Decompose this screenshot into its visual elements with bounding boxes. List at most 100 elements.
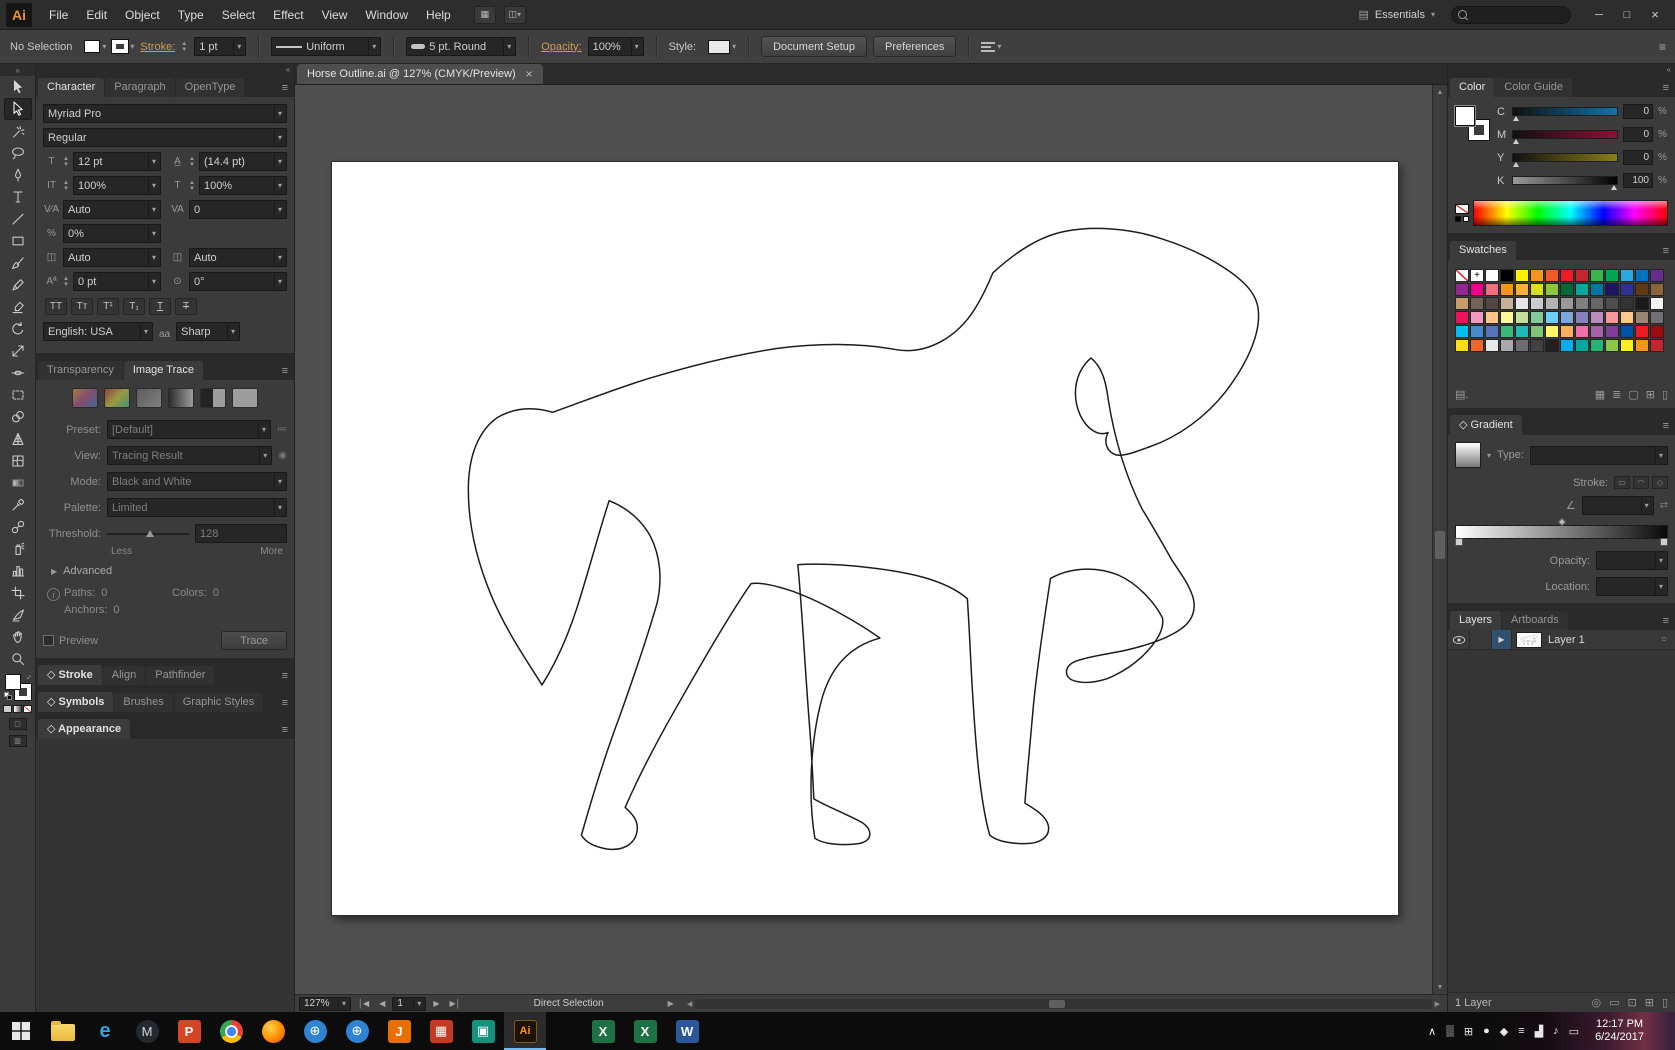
menu-edit[interactable]: Edit (77, 3, 116, 27)
stroke-stepper[interactable]: ▲ ▼ (181, 41, 187, 53)
swatch[interactable] (1635, 269, 1649, 282)
swatch[interactable] (1485, 269, 1499, 282)
stroke-gradient-along-icon[interactable]: ◠ (1633, 476, 1649, 489)
swatch[interactable] (1560, 325, 1574, 338)
fill-color-select[interactable]: ▾ (84, 40, 106, 53)
hidden-icons-chevron[interactable]: ∧ (1428, 1025, 1436, 1038)
preset-black-white-icon[interactable] (200, 388, 226, 408)
preset-high-color-icon[interactable] (104, 388, 130, 408)
swatch[interactable] (1635, 325, 1649, 338)
brush-select[interactable]: 5 pt. Round ▾ (406, 37, 517, 56)
fill-color-well[interactable] (4, 674, 21, 690)
color-fill-stroke-widget[interactable] (1455, 106, 1490, 141)
swatch[interactable] (1485, 283, 1499, 296)
color-mode-button[interactable] (3, 705, 12, 713)
artboard-tool[interactable] (4, 582, 32, 604)
swatch[interactable] (1530, 283, 1544, 296)
menu-object[interactable]: Object (116, 3, 169, 27)
pencil-tool[interactable] (4, 274, 32, 296)
tab-gradient[interactable]: ◇ Gradient (1450, 415, 1522, 435)
menu-file[interactable]: File (40, 3, 77, 27)
dropdown-icon[interactable]: ▾ (147, 273, 156, 290)
vertical-scale-select[interactable]: 100% ▾ (72, 176, 161, 195)
preset-options-icon[interactable]: ≔ (277, 424, 287, 435)
swatch[interactable] (1500, 325, 1514, 338)
gradient-angle-select[interactable]: ▾ (1581, 496, 1654, 515)
dropdown-icon[interactable]: ▾ (273, 105, 282, 122)
swatch[interactable] (1620, 339, 1634, 352)
swatch[interactable] (1620, 269, 1634, 282)
eraser-tool[interactable] (4, 296, 32, 318)
swatch[interactable] (1500, 339, 1514, 352)
dropdown-icon[interactable]: ▾ (273, 499, 282, 516)
dropdown-icon[interactable]: ▾ (130, 42, 134, 51)
swatch[interactable] (1650, 269, 1664, 282)
swatch[interactable] (1515, 339, 1529, 352)
mesh-tool[interactable] (4, 450, 32, 472)
swatch[interactable] (1650, 339, 1664, 352)
java-app[interactable]: J (378, 1012, 420, 1050)
opacity-select[interactable]: 100% ▾ (587, 37, 644, 56)
gradient-mode-button[interactable] (13, 705, 22, 713)
anti-alias-select[interactable]: Sharp ▾ (176, 322, 241, 341)
panel-menu-icon[interactable]: ≡ (278, 82, 292, 97)
menu-view[interactable]: View (313, 3, 357, 27)
lasso-tool[interactable] (4, 142, 32, 164)
swatch[interactable] (1575, 283, 1589, 296)
scale-tool[interactable] (4, 340, 32, 362)
panel-menu-icon[interactable]: ≡ (1659, 245, 1673, 260)
view-select[interactable]: Tracing Result ▾ (107, 446, 273, 465)
aki-left-select[interactable]: Auto ▾ (63, 248, 161, 267)
width-profile-select[interactable]: Uniform ▾ (271, 37, 382, 56)
opacity-panel-link[interactable]: Opacity: (541, 41, 581, 53)
channel-value-field[interactable]: 0 (1623, 150, 1653, 165)
dropdown-icon[interactable]: ▾ (259, 447, 267, 464)
teal-tool-app[interactable]: ▣ (462, 1012, 504, 1050)
chevron-down-icon[interactable]: ▾ (1487, 451, 1491, 460)
swatch[interactable] (1485, 297, 1499, 310)
small-caps-button[interactable]: Tᴛ (71, 298, 93, 315)
chrome-browser[interactable] (210, 1012, 252, 1050)
channel-slider[interactable] (1512, 176, 1618, 190)
first-artboard-button[interactable]: │◀ (355, 999, 372, 1008)
swatch[interactable] (1530, 297, 1544, 310)
previous-artboard-button[interactable]: ◀ (376, 999, 388, 1008)
menu-window[interactable]: Window (356, 3, 417, 27)
swatch[interactable] (1590, 325, 1604, 338)
swatch[interactable] (1560, 339, 1574, 352)
start-button[interactable] (0, 1012, 42, 1050)
tsume-select[interactable]: 0% ▾ (63, 224, 161, 243)
dropdown-icon[interactable]: ▾ (273, 249, 282, 266)
swatch[interactable] (1545, 297, 1559, 310)
tools-collapse-icon[interactable]: » (0, 64, 35, 76)
document-layout-icon[interactable]: ◫ ▾ (503, 5, 526, 24)
control-panel-menu-icon[interactable]: ≡ (1659, 40, 1666, 54)
threshold-slider[interactable] (107, 529, 189, 539)
tab-pathfinder[interactable]: Pathfinder (146, 666, 215, 685)
taskbar-clock[interactable]: 12:17 PM 6/24/2017 (1589, 1018, 1650, 1044)
dropdown-icon[interactable]: ▾ (147, 225, 156, 242)
dropdown-icon[interactable]: ▾ (147, 153, 156, 170)
new-layer-icon[interactable]: ⊞ (1645, 996, 1654, 1009)
make-clipping-mask-icon[interactable]: ▭ (1609, 996, 1619, 1009)
layer-row[interactable]: ▶ Layer 1 ○ (1448, 630, 1675, 650)
swatch[interactable] (1545, 311, 1559, 324)
swatch[interactable] (1485, 325, 1499, 338)
swatch[interactable] (1575, 297, 1589, 310)
panel-menu-icon[interactable]: ≡ (278, 697, 292, 712)
preset-select[interactable]: [Default] ▾ (107, 420, 271, 439)
swatch[interactable] (1635, 297, 1649, 310)
stepper-icon[interactable]: ▲ ▼ (63, 180, 69, 192)
swatch[interactable] (1590, 283, 1604, 296)
tab-paragraph[interactable]: Paragraph (105, 78, 175, 97)
menu-effect[interactable]: Effect (264, 3, 312, 27)
column-graph-tool[interactable] (4, 560, 32, 582)
scroll-up-icon[interactable]: ▲ (1437, 85, 1444, 99)
swatch[interactable] (1530, 269, 1544, 282)
free-transform-tool[interactable] (4, 384, 32, 406)
scroll-down-icon[interactable]: ▼ (1437, 980, 1444, 994)
stroke-panel-link[interactable]: Stroke: (140, 41, 175, 53)
channel-value-field[interactable]: 0 (1623, 104, 1653, 119)
swatch[interactable] (1605, 311, 1619, 324)
trace-button[interactable]: Trace (221, 631, 287, 650)
